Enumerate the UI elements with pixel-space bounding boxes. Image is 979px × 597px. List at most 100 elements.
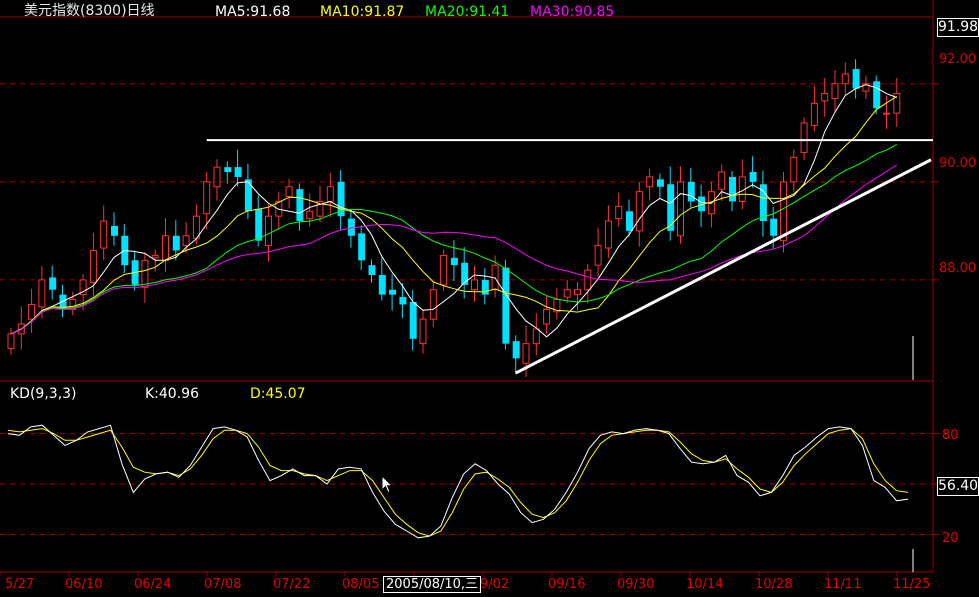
candle-body-up xyxy=(522,343,530,364)
candle-body-up xyxy=(265,215,272,247)
x-tick: 9/02 xyxy=(480,577,510,592)
candle-body-up xyxy=(203,181,211,215)
candle-body-down xyxy=(512,341,520,359)
candle-body-up xyxy=(162,235,169,261)
ma5-label: MA5:91.68 xyxy=(215,4,291,20)
candle-body-down xyxy=(399,297,407,305)
candle-body-up xyxy=(831,83,839,99)
candle-body-down xyxy=(687,181,695,202)
candle-body-down xyxy=(852,69,860,89)
candle-body-down xyxy=(378,275,386,295)
x-tick: 11/25 xyxy=(893,577,931,592)
candle-body-up xyxy=(810,102,818,126)
x-tick: 09/16 xyxy=(548,577,586,592)
candle-body-up xyxy=(615,205,623,220)
candle-body-up xyxy=(326,186,334,202)
candle-body-up xyxy=(213,166,221,188)
candle-body-up xyxy=(780,181,787,242)
candle-body-up xyxy=(440,254,448,286)
y-tick-90: 90.00 xyxy=(939,156,977,171)
candle-body-up xyxy=(574,289,581,296)
candle-body-down xyxy=(172,235,180,251)
kd-title: KD(9,3,3) xyxy=(10,386,77,402)
price-chart[interactable] xyxy=(0,0,979,597)
candle-body-down xyxy=(49,277,57,290)
candle-body-up xyxy=(141,259,149,288)
x-tick: 06/10 xyxy=(65,577,103,592)
kd-d-line xyxy=(7,428,909,537)
kd-k-label: K:40.96 xyxy=(145,386,199,402)
candle-body-down xyxy=(255,208,263,241)
candle-body-down xyxy=(358,233,366,261)
candle-body-down xyxy=(667,184,675,231)
candle-body-down xyxy=(461,262,469,285)
candle-body-up xyxy=(100,220,108,249)
candle-body-up xyxy=(841,73,849,85)
chart-stage: 美元指数(8300)日线 MA5:91.68 MA10:91.87 MA20:9… xyxy=(0,0,979,597)
candle-body-down xyxy=(626,211,633,231)
candle-body-down xyxy=(224,167,232,173)
candle-body-down xyxy=(729,176,736,202)
candle-body-up xyxy=(471,279,478,291)
candle-body-down xyxy=(873,81,881,109)
candle-body-up xyxy=(604,220,612,249)
candle-body-up xyxy=(594,245,602,266)
candle-body-up xyxy=(89,249,97,283)
candle-body-up xyxy=(821,93,829,102)
candle-body-up xyxy=(532,328,540,345)
ma10-label: MA10:91.87 xyxy=(320,4,405,20)
x-tick: 10/14 xyxy=(686,577,724,592)
x-tick: 5/27 xyxy=(5,577,35,592)
y-tick-88: 88.00 xyxy=(939,261,977,276)
candle-body-up xyxy=(677,181,684,237)
candle-body-up xyxy=(883,112,890,115)
y-tick-92: 92.00 xyxy=(939,52,977,67)
current-kd-box: 56.40 xyxy=(937,477,979,496)
candle-body-down xyxy=(368,265,376,276)
candle-body-down xyxy=(111,225,118,236)
chart-title: 美元指数(8300)日线 xyxy=(24,3,155,19)
x-tick: 08/05 xyxy=(342,577,380,592)
candle-body-up xyxy=(635,191,643,232)
candle-body-up xyxy=(419,318,427,345)
candle-body-down xyxy=(296,189,304,222)
candle-body-up xyxy=(543,308,551,325)
x-tick: 09/30 xyxy=(617,577,655,592)
candle-body-down xyxy=(450,257,458,266)
candle-body-up xyxy=(429,289,437,320)
candle-body-down xyxy=(481,279,489,295)
candle-body-down xyxy=(244,179,252,212)
candle-body-down xyxy=(656,179,664,187)
candle-body-up xyxy=(7,333,15,350)
candle-body-up xyxy=(28,303,36,320)
x-tick: 10/28 xyxy=(755,577,793,592)
x-tick: 11/11 xyxy=(824,577,862,592)
candle-body-up xyxy=(285,186,293,198)
candle-body-up xyxy=(646,176,654,188)
candle-body-up xyxy=(306,210,314,220)
kd-d-label: D:45.07 xyxy=(250,386,306,402)
ma30-label: MA30:90.85 xyxy=(530,4,615,20)
candle-body-up xyxy=(800,122,808,153)
candle-body-down xyxy=(234,167,242,177)
ma20-line xyxy=(10,143,898,335)
x-tick: 07/08 xyxy=(204,577,242,592)
candle-body-up xyxy=(718,171,726,190)
kd-tick-20: 20 xyxy=(942,531,959,546)
candle-body-up xyxy=(182,235,190,247)
x-tick: 06/24 xyxy=(134,577,172,592)
current-price-box: 91.98 xyxy=(937,18,979,37)
candle-body-down xyxy=(502,267,510,344)
candle-body-up xyxy=(38,279,46,308)
ma20-label: MA20:91.41 xyxy=(425,4,510,20)
kd-k-line xyxy=(7,424,909,539)
kd-tick-80: 80 xyxy=(942,428,959,443)
cursor-date-label: 2005/08/10,三 xyxy=(383,576,482,593)
candle-body-down xyxy=(749,172,757,182)
x-tick: 07/22 xyxy=(273,577,311,592)
candle-body-up xyxy=(790,156,798,183)
candle-body-up xyxy=(151,254,159,259)
candle-body-down xyxy=(770,218,778,236)
candle-body-down xyxy=(389,289,397,295)
mouse-pointer-icon xyxy=(381,475,394,494)
